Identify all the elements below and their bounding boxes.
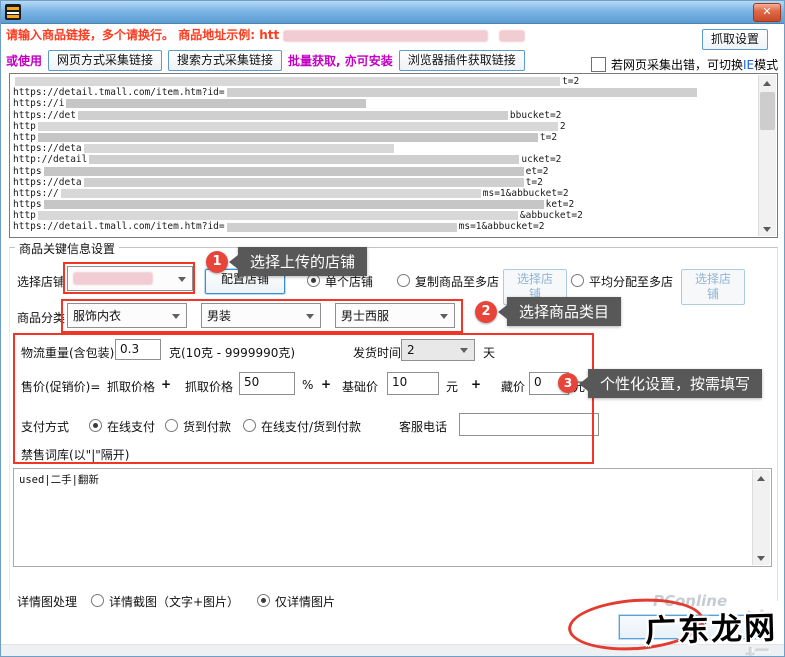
dialog-window: ✕ 请输入商品链接，多个请换行。 商品地址示例: htt 抓取设置 或使用 网页… <box>0 0 785 657</box>
category-combo-1[interactable]: 服饰内衣 <box>67 303 187 328</box>
url-line: https et=2 <box>13 165 549 177</box>
scroll-up-icon[interactable] <box>759 75 776 91</box>
scroll-thumb[interactable] <box>760 92 775 130</box>
shop-select-label: 选择店铺 <box>17 275 66 289</box>
web-collect-button[interactable]: 网页方式采集链接 <box>48 49 163 71</box>
radio-detail-screenshot[interactable] <box>91 594 104 607</box>
collect-toolbar: 或使用 网页方式采集链接 搜索方式采集链接 批量获取, 亦可安装 浏览器插件获取… <box>6 49 525 71</box>
step-1-badge: 1 <box>206 251 228 273</box>
banned-words-value: used|二手|翻新 <box>19 474 99 486</box>
step-1-tooltip: 选择上传的店铺 <box>228 247 368 276</box>
price-term-1: 抓取价格 <box>107 380 156 394</box>
ie-mode-row: 若网页采集出错，可切换IE模式 <box>591 56 778 73</box>
percent-input[interactable]: 50 <box>239 372 295 395</box>
base-price-label: 基础价 <box>342 380 379 394</box>
url-list-content: t=2 https://detail.tmall.com/item.htm?id=… <box>13 76 757 235</box>
url-line: https://ms=1&abbucket=2 <box>13 187 569 199</box>
title-bar: ✕ <box>1 1 784 24</box>
weight-label: 物流重量(含包装) <box>21 346 115 360</box>
step-3-badge: 3 <box>558 373 578 393</box>
radio-online-or-cod-label[interactable]: 在线支付/货到付款 <box>261 418 361 435</box>
radio-copy-multi-label[interactable]: 复制商品至多店 <box>415 273 499 290</box>
close-button[interactable]: ✕ <box>753 3 781 22</box>
app-icon <box>5 4 21 20</box>
radio-cod[interactable] <box>165 419 178 432</box>
url-line: http &abbucket=2 <box>13 210 583 222</box>
step-2-tooltip: 选择商品类目 <box>497 297 622 326</box>
radio-average-multi[interactable] <box>571 274 584 287</box>
radio-detail-image-only[interactable] <box>257 594 270 607</box>
plus-sign-1: + <box>161 377 172 391</box>
url-line: t=2 <box>13 76 757 87</box>
weight-input[interactable]: 0.3 <box>115 339 161 360</box>
banned-words-textarea[interactable]: used|二手|翻新 <box>13 468 772 567</box>
example-label: 商品地址示例: <box>178 28 260 42</box>
url-list-scrollbar[interactable] <box>758 75 776 236</box>
choose-shop-button-2[interactable]: 选择店铺 <box>681 269 745 305</box>
ship-time-combo[interactable]: 2 <box>401 339 475 361</box>
scroll-down-icon[interactable] <box>753 549 770 565</box>
url-list-textarea[interactable]: t=2 https://detail.tmall.com/item.htm?id=… <box>9 73 778 238</box>
radio-detail-image-only-label[interactable]: 仅详情图片 <box>275 593 335 610</box>
banned-words-label: 禁售词库(以"|"隔开) <box>21 448 130 462</box>
watermark-text: 广东龙网 <box>644 610 778 650</box>
url-line: https://det bbucket=2 <box>13 109 562 121</box>
url-line: http 2 <box>13 120 566 132</box>
instruction-text: 请输入商品链接，多个请换行。 <box>6 28 175 42</box>
service-phone-input[interactable] <box>459 413 599 436</box>
weight-hint: 克(10克 - 9999990克) <box>169 346 296 360</box>
example-url-start: htt <box>259 28 280 42</box>
redacted-shop-name <box>73 272 153 285</box>
instruction-line: 请输入商品链接，多个请换行。 商品地址示例: htt <box>6 26 525 43</box>
shop-select-combo[interactable] <box>67 266 193 291</box>
group-title: 商品关键信息设置 <box>15 240 120 257</box>
step-3-tooltip: 个性化设置，按需填写 <box>578 369 763 398</box>
service-phone-label: 客服电话 <box>399 420 448 434</box>
plugin-collect-button[interactable]: 浏览器插件获取链接 <box>398 49 525 71</box>
plus-sign-2: + <box>321 377 332 391</box>
batch-note-label: 批量获取, 亦可安装 <box>288 53 393 68</box>
url-line: https ket=2 <box>13 199 575 211</box>
percent-sign: % <box>302 378 314 392</box>
hide-price-label: 藏价 <box>501 380 526 394</box>
radio-average-multi-label[interactable]: 平均分配至多店 <box>589 273 673 290</box>
base-price-input[interactable]: 10 <box>387 372 439 395</box>
plus-sign-3: + <box>471 377 482 391</box>
url-line: http://detail ucket=2 <box>13 154 562 166</box>
price-label: 售价(促销价)= <box>21 380 101 394</box>
price-term-2: 抓取价格 <box>185 380 234 394</box>
yuan-sign-1: 元 <box>446 380 459 394</box>
radio-online-pay-label[interactable]: 在线支付 <box>107 418 155 435</box>
redacted-url <box>283 29 489 42</box>
ie-mode-label: 若网页采集出错，可切换IE模式 <box>611 58 779 72</box>
ship-time-unit: 天 <box>483 346 496 360</box>
search-collect-button[interactable]: 搜索方式采集链接 <box>168 49 283 71</box>
radio-copy-multi[interactable] <box>397 274 410 287</box>
radio-online-pay[interactable] <box>89 419 102 432</box>
category-combo-2[interactable]: 男装 <box>201 303 321 328</box>
radio-cod-label[interactable]: 货到付款 <box>183 418 231 435</box>
scroll-down-icon[interactable] <box>759 220 776 236</box>
url-line: https://deta t=2 <box>13 176 543 188</box>
url-line: http t=2 <box>13 131 558 143</box>
ie-mode-checkbox[interactable] <box>591 57 606 72</box>
or-use-label: 或使用 <box>6 53 43 68</box>
url-line: https://i <box>13 98 757 109</box>
category-label: 商品分类 <box>17 311 66 325</box>
detail-image-label: 详情图处理 <box>17 595 78 609</box>
radio-detail-screenshot-label[interactable]: 详情截图（文字+图片） <box>109 593 239 610</box>
pay-method-label: 支付方式 <box>21 420 70 434</box>
url-line: https://detail.tmall.com/item.htm?id= ms=… <box>13 221 545 233</box>
step-2-badge: 2 <box>475 301 497 323</box>
url-line: https://detail.tmall.com/item.htm?id= <box>13 87 757 98</box>
radio-online-or-cod[interactable] <box>243 419 256 432</box>
banned-words-scrollbar[interactable] <box>752 470 770 565</box>
redacted-url-tail <box>498 29 525 42</box>
url-line: https://deta <box>13 143 757 154</box>
ship-time-label: 发货时间 <box>353 346 402 360</box>
category-combo-3[interactable]: 男士西服 <box>335 303 455 328</box>
grab-settings-button[interactable]: 抓取设置 <box>702 29 769 50</box>
scroll-up-icon[interactable] <box>753 470 770 486</box>
